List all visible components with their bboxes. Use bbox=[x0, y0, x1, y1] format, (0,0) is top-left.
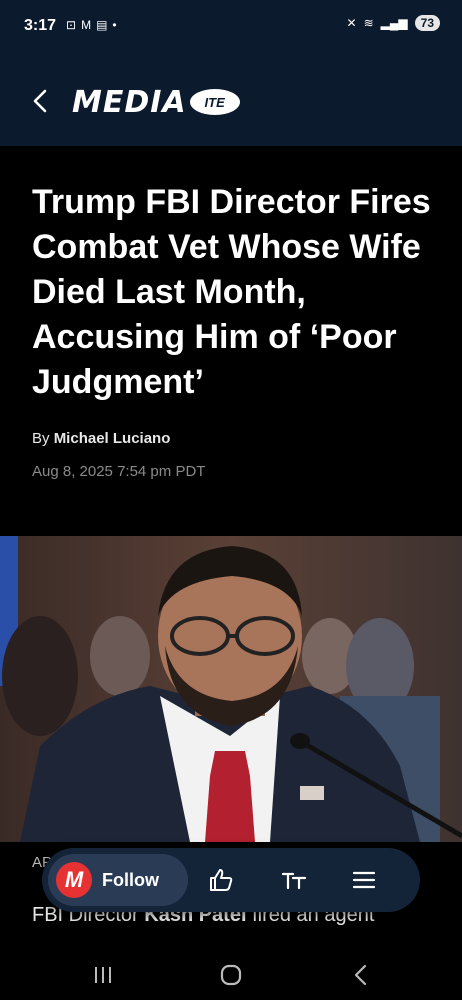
news-icon: ▤ bbox=[96, 18, 108, 32]
follow-label: Follow bbox=[102, 869, 159, 890]
article-photo-illustration bbox=[0, 536, 462, 842]
mute-icon: ✕ bbox=[346, 16, 357, 30]
app-header: MEDIA ITE bbox=[0, 56, 462, 146]
status-bar: 3:17 ⊡ M ▤ • ✕ ≋ ▂▄▆ 73 bbox=[0, 0, 462, 56]
back-icon[interactable] bbox=[28, 86, 52, 116]
floating-action-bar: M Follow bbox=[42, 848, 420, 912]
status-time: 3:17 bbox=[24, 17, 57, 34]
gmail-icon: M bbox=[81, 18, 92, 32]
thumbs-up-icon[interactable] bbox=[207, 866, 235, 894]
publish-date: Aug 8, 2025 7:54 pm PDT bbox=[32, 463, 206, 480]
status-notification-icons: ⊡ M ▤ • bbox=[66, 18, 117, 32]
logo-badge: ITE bbox=[189, 89, 240, 115]
signal-icon: ▂▄▆ bbox=[380, 16, 408, 30]
system-navigation-bar bbox=[0, 950, 462, 1000]
byline-prefix: By bbox=[32, 430, 50, 447]
article-header: Trump FBI Director Fires Combat Vet Whos… bbox=[0, 146, 462, 536]
follow-button[interactable]: M Follow bbox=[48, 854, 188, 906]
dot-icon: • bbox=[112, 18, 117, 32]
recent-apps-icon[interactable] bbox=[90, 962, 116, 988]
mediaite-logo[interactable]: MEDIA ITE bbox=[72, 84, 240, 120]
status-system-icons: ✕ ≋ ▂▄▆ 73 bbox=[347, 15, 440, 31]
logo-text: MEDIA bbox=[72, 84, 187, 120]
wifi-icon: ≋ bbox=[363, 16, 374, 30]
article-photo bbox=[0, 536, 462, 842]
author-link[interactable]: Michael Luciano bbox=[54, 430, 171, 447]
screenshot-icon: ⊡ bbox=[66, 18, 77, 32]
menu-icon[interactable] bbox=[350, 866, 378, 894]
back-nav-icon[interactable] bbox=[348, 962, 374, 988]
battery-badge: 73 bbox=[414, 15, 440, 31]
text-size-icon[interactable] bbox=[280, 866, 308, 894]
home-icon[interactable] bbox=[218, 962, 244, 988]
article-headline: Trump FBI Director Fires Combat Vet Whos… bbox=[32, 183, 431, 401]
byline: By Michael Luciano bbox=[32, 430, 170, 447]
mediaite-m-logo: M bbox=[56, 862, 92, 898]
